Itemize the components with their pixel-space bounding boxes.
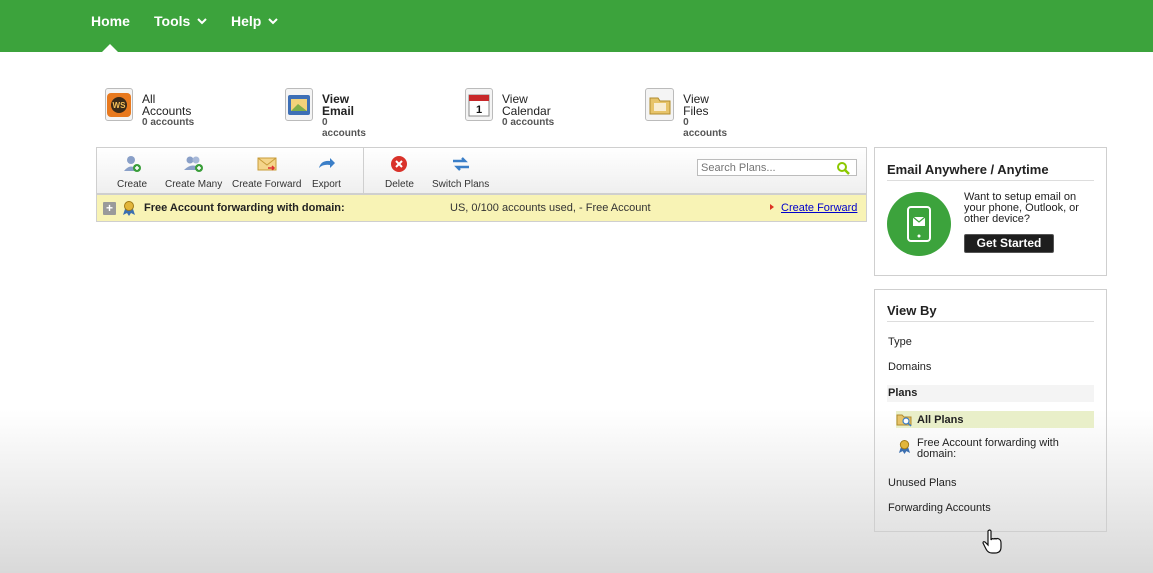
nav-help[interactable]: Help — [231, 13, 279, 29]
nav-help-label: Help — [231, 13, 262, 29]
view-by-plans[interactable]: Plans — [887, 385, 1094, 402]
service-count: 0 accounts — [322, 117, 366, 139]
service-count: 0 accounts — [502, 117, 555, 128]
export-icon — [319, 158, 336, 168]
get-started-button[interactable]: Get Started — [964, 234, 1054, 253]
service-count: 0 accounts — [142, 117, 195, 128]
panel-title: Email Anywhere / Anytime — [887, 162, 1049, 177]
panel-title: View By — [887, 303, 937, 318]
service-all-accounts[interactable]: WS All Accounts 0 accounts — [105, 88, 196, 128]
create-forward-label: Create Forward — [232, 179, 302, 190]
search-plans — [697, 159, 857, 176]
free-plan-label: Free Account forwarding with domain: — [917, 437, 1059, 460]
top-nav: Home Tools Help — [0, 0, 1153, 52]
expand-icon[interactable]: + — [103, 202, 116, 215]
plans-toolbar: Create Create Many Create Forward Export… — [96, 147, 867, 194]
service-view-calendar[interactable]: 1 View Calendar 0 accounts — [465, 88, 556, 128]
search-input[interactable] — [698, 160, 836, 175]
email-icon — [285, 88, 313, 121]
service-view-email[interactable]: View Email 0 accounts — [285, 88, 371, 139]
toolbar-divider — [363, 148, 364, 194]
active-nav-caret — [102, 44, 118, 52]
delete-label: Delete — [385, 179, 414, 190]
folder-search-icon — [896, 414, 912, 427]
award-icon — [898, 440, 911, 454]
award-icon — [123, 201, 135, 216]
create-many-button[interactable]: Create Many — [165, 154, 222, 190]
divider — [887, 321, 1094, 322]
view-by-forwarding-accounts[interactable]: Forwarding Accounts — [888, 502, 991, 514]
create-button[interactable]: Create — [117, 154, 147, 190]
switch-arrows-icon — [452, 157, 469, 171]
service-view-files[interactable]: View Files 0 accounts — [645, 88, 731, 139]
service-title: View Calendar — [502, 92, 551, 118]
forward-mail-icon — [257, 157, 277, 171]
view-by-all-plans[interactable]: All Plans — [896, 411, 1094, 428]
svg-text:WS: WS — [113, 101, 127, 110]
export-label: Export — [312, 179, 341, 190]
add-user-icon — [124, 156, 141, 172]
service-title: All Accounts — [142, 92, 192, 118]
hand-cursor-icon — [982, 529, 1002, 554]
service-title: View Email — [322, 92, 355, 118]
export-button[interactable]: Export — [312, 154, 341, 190]
delete-icon — [391, 156, 408, 172]
nav-tools[interactable]: Tools — [154, 13, 208, 29]
view-by-domains[interactable]: Domains — [888, 361, 931, 373]
create-label: Create — [117, 179, 148, 190]
plan-status: US, 0/100 accounts used, - Free Account — [450, 202, 651, 214]
nav-home-label: Home — [91, 13, 130, 29]
files-icon — [645, 88, 675, 121]
calendar-day: 1 — [476, 104, 482, 116]
plan-name: Free Account forwarding with domain: — [144, 202, 345, 214]
divider — [887, 180, 1094, 181]
email-anywhere-panel: Email Anywhere / Anytime Want to setup e… — [874, 147, 1107, 276]
delete-button[interactable]: Delete — [385, 154, 414, 190]
chevron-down-icon — [197, 18, 208, 25]
create-forward-button[interactable]: Create Forward — [232, 154, 301, 190]
arrow-right-icon — [770, 204, 774, 210]
create-many-label: Create Many — [165, 179, 223, 190]
nav-tools-label: Tools — [154, 13, 191, 29]
switch-plans-button[interactable]: Switch Plans — [432, 154, 489, 190]
table-row[interactable]: + Free Account forwarding with domain: U… — [96, 193, 867, 222]
mobile-email-icon — [887, 192, 951, 256]
all-plans-label: All Plans — [917, 414, 964, 426]
switch-plans-label: Switch Plans — [432, 179, 490, 190]
service-count: 0 accounts — [683, 117, 728, 139]
create-forward-link[interactable]: Create Forward — [781, 202, 857, 214]
service-title: View Files — [683, 92, 709, 118]
view-by-panel: View By Type Domains Plans All Plans Fre… — [874, 289, 1107, 532]
nav-home[interactable]: Home — [91, 13, 130, 29]
add-users-icon — [183, 156, 203, 172]
workspace-icon: WS — [105, 88, 133, 121]
calendar-icon: 1 — [465, 88, 493, 121]
search-icon[interactable] — [836, 161, 850, 175]
view-by-type[interactable]: Type — [888, 336, 912, 348]
chevron-down-icon — [268, 18, 279, 25]
view-by-unused-plans[interactable]: Unused Plans — [888, 477, 957, 489]
email-promo-text: Want to setup email on your phone, Outlo… — [964, 191, 1079, 225]
